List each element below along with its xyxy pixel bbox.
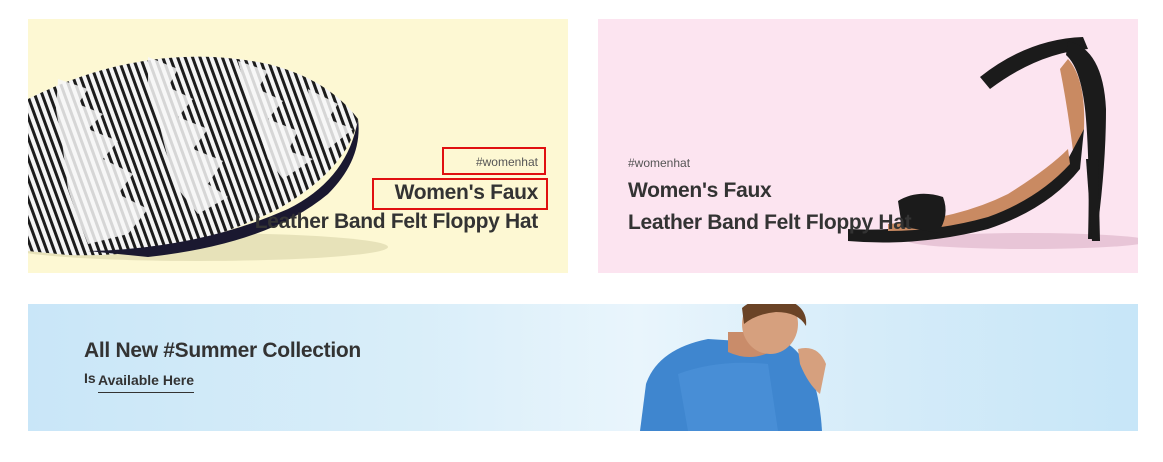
banner-pillow[interactable]: #womenhat Women's Faux Leather Band Felt… (28, 19, 568, 273)
summer-title: All New #Summer Collection (84, 339, 361, 362)
banner-title-line2: Leather Band Felt Floppy Hat (628, 211, 912, 234)
model-image (640, 304, 826, 431)
banner-summer-collection[interactable]: All New #Summer Collection Is Available … (28, 304, 1138, 431)
banner-title-line1: Women's Faux (372, 178, 548, 210)
banner-tag: #womenhat (442, 147, 546, 175)
summer-prefix: Is (84, 370, 96, 386)
banner-title-line2: Leather Band Felt Floppy Hat (254, 210, 539, 233)
pillow-image (28, 56, 388, 261)
available-here-link[interactable]: Available Here (98, 372, 194, 393)
banner-tag: #womenhat (628, 156, 691, 170)
banner-title-line1: Women's Faux (628, 179, 772, 202)
banner-sandal[interactable]: #womenhat Women's Faux Leather Band Felt… (598, 19, 1138, 273)
